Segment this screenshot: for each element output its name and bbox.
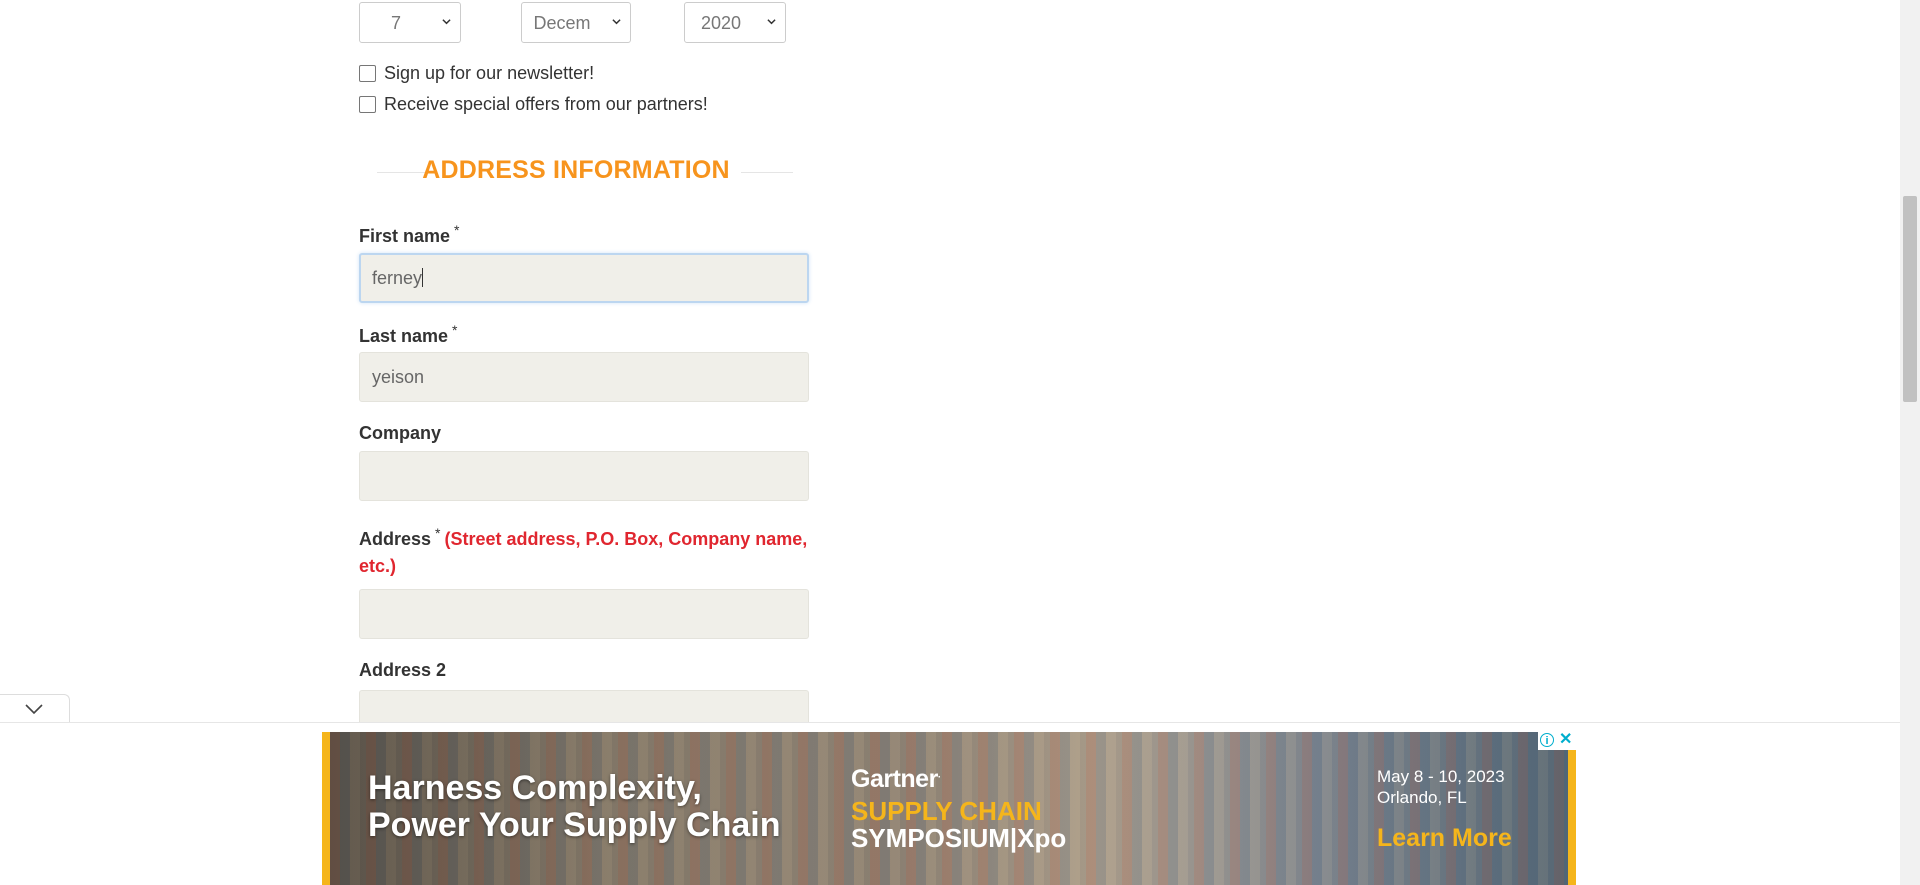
first-name-value: ferney xyxy=(372,268,423,288)
company-label-text: Company xyxy=(359,423,442,443)
dob-month-value: Decem xyxy=(533,13,591,33)
ad-event-dates: May 8 - 10, 2023 xyxy=(1377,767,1505,786)
address-label: Address * (Street address, P.O. Box, Compa… xyxy=(359,525,807,550)
first-name-input[interactable]: ferney xyxy=(359,253,809,303)
ad-collapse-button[interactable] xyxy=(0,694,70,722)
chevron-down-icon xyxy=(612,19,621,25)
address2-label-text: Address 2 xyxy=(359,660,447,680)
close-icon[interactable]: ✕ xyxy=(1559,732,1572,748)
chevron-down-icon xyxy=(767,19,776,25)
offers-label[interactable]: Receive special offers from our partners… xyxy=(384,94,708,114)
newsletter-checkbox[interactable] xyxy=(359,65,376,82)
required-marker: * xyxy=(454,222,460,238)
required-marker: * xyxy=(452,322,458,338)
ad-banner[interactable]: Harness Complexity, Power Your Supply Ch… xyxy=(322,732,1576,885)
page: 7 Decem 2020 Sign up for our newsletter!… xyxy=(0,0,1900,885)
dob-day-select[interactable]: 7 xyxy=(359,2,461,43)
dob-month-select[interactable]: Decem xyxy=(521,2,631,43)
text-cursor xyxy=(422,268,424,287)
company-input[interactable] xyxy=(359,451,809,501)
last-name-value: yeison xyxy=(372,367,425,387)
address-section-heading: ADDRESS INFORMATION xyxy=(359,152,793,188)
section-title: ADDRESS INFORMATION xyxy=(422,156,730,184)
last-name-label: Last name * xyxy=(359,322,458,347)
page-scrollbar[interactable] xyxy=(1900,0,1920,885)
last-name-input[interactable]: yeison xyxy=(359,352,809,402)
newsletter-label[interactable]: Sign up for our newsletter! xyxy=(384,63,594,83)
chevron-down-icon xyxy=(25,704,43,715)
ad-choices: i ✕ xyxy=(1538,732,1576,750)
ad-brand-text: Gartner xyxy=(851,765,938,793)
dob-year-select[interactable]: 2020 xyxy=(684,2,786,43)
ad-event-location: Orlando, FL xyxy=(1377,788,1467,807)
ad-headline-line-1: Harness Complexity, xyxy=(368,769,702,807)
address-label-text: Address xyxy=(359,529,432,549)
address-hint: (Street address, P.O. Box, Company name, xyxy=(444,529,808,549)
offers-checkbox[interactable] xyxy=(359,96,376,113)
address-input[interactable] xyxy=(359,589,809,639)
first-name-label: First name * xyxy=(359,222,459,247)
chevron-down-icon xyxy=(442,19,451,25)
ad-headline: Harness Complexity, Power Your Supply Ch… xyxy=(368,770,780,844)
address2-label: Address 2 xyxy=(359,660,446,681)
ad-learn-more-link[interactable]: Learn More xyxy=(1377,824,1512,853)
address-hint-continued: etc.) xyxy=(359,556,397,576)
info-icon[interactable]: i xyxy=(1540,733,1554,747)
dob-day-value: 7 xyxy=(390,13,401,33)
first-name-label-text: First name xyxy=(359,226,451,246)
last-name-label-text: Last name xyxy=(359,326,449,346)
required-marker: * xyxy=(435,525,441,541)
scrollbar-thumb[interactable] xyxy=(1903,196,1917,402)
newsletter-option: Sign up for our newsletter! xyxy=(359,63,594,84)
ad-brand-logo: Gartner. xyxy=(851,765,941,793)
company-label: Company xyxy=(359,423,441,444)
offers-option: Receive special offers from our partners… xyxy=(359,94,708,115)
dob-year-value: 2020 xyxy=(700,13,742,33)
ad-event-line-2: SYMPOSIUM|Xpo xyxy=(851,823,1067,853)
ad-headline-line-2: Power Your Supply Chain xyxy=(368,806,781,844)
